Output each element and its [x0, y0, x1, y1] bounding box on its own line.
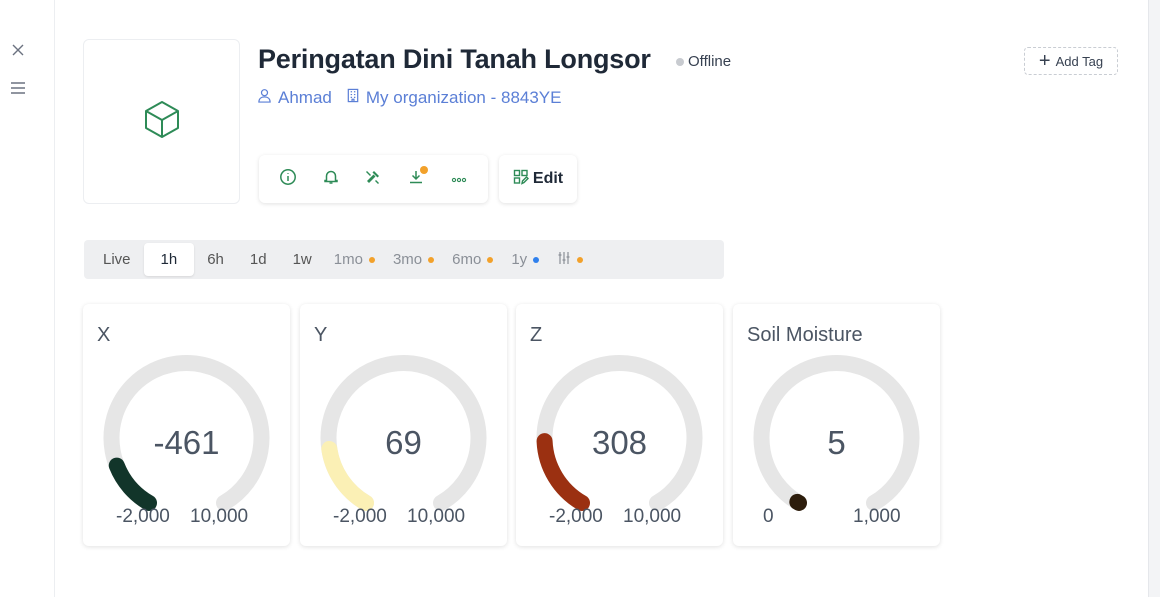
gauge-fill: [108, 457, 157, 511]
gauge-fill: [789, 493, 807, 511]
gauge-min: -2,000: [549, 506, 603, 527]
owner-name: Ahmad: [278, 88, 332, 107]
status-badge: Offline: [676, 53, 731, 70]
notifications-button[interactable]: [317, 165, 345, 193]
gauge-value: -461: [153, 424, 220, 461]
menu-icon[interactable]: [8, 78, 28, 98]
widget-title: Soil Moisture: [747, 324, 863, 346]
time-range-6mo[interactable]: 6mo: [443, 243, 502, 276]
add-tag-button[interactable]: + Add Tag: [1024, 47, 1118, 75]
gauge-min: 0: [763, 506, 774, 527]
gauge-value: 5: [827, 424, 846, 461]
left-rail: [0, 0, 55, 597]
gauge-max: 1,000: [853, 506, 901, 527]
time-range-1mo[interactable]: 1mo: [325, 243, 384, 276]
time-range-label: 6mo: [452, 251, 482, 268]
add-tag-label: Add Tag: [1055, 53, 1104, 69]
download-button[interactable]: [402, 165, 430, 193]
time-range-label: 1mo: [333, 251, 363, 268]
gauge-value: 308: [591, 424, 648, 461]
more-icon: [451, 170, 467, 188]
range-indicator-dot: [487, 256, 494, 263]
cube-icon: [142, 99, 182, 144]
sliders-icon: [557, 251, 571, 269]
edit-label: Edit: [532, 170, 564, 187]
time-range-label: 1w: [292, 251, 312, 268]
time-range-1d[interactable]: 1d: [237, 243, 280, 276]
range-indicator-dot: [533, 256, 540, 263]
more-button[interactable]: [445, 165, 473, 193]
bell-icon: [322, 168, 340, 191]
time-range-custom[interactable]: [548, 243, 592, 276]
gauge-widget[interactable]: Z 308 -2,000 10,000: [516, 304, 723, 546]
gauge-max: 10,000: [407, 506, 466, 527]
widget-title: Z: [530, 324, 543, 346]
organization-name: My organization - 8843YE: [365, 88, 562, 107]
gauge-widget[interactable]: Y 69 -2,000 10,000: [300, 304, 507, 546]
gauge-min: -2,000: [333, 506, 387, 527]
widget-title: Y: [314, 324, 328, 346]
time-range-label: 3mo: [392, 251, 423, 268]
time-range-selector: Live 1h 6h 1d 1w 1mo 3mo 6mo 1y: [84, 240, 724, 279]
time-range-label: 1y: [511, 251, 528, 268]
gauge-widget[interactable]: X -461 -2,000 10,000: [83, 304, 290, 546]
scrollbar[interactable]: [1148, 0, 1160, 597]
device-title: Peringatan Dini Tanah Longsor: [258, 44, 651, 74]
device-image: [83, 39, 240, 204]
info-icon: [279, 168, 297, 191]
dashboard-edit-icon: [513, 169, 529, 190]
edit-button[interactable]: Edit: [499, 155, 577, 203]
info-button[interactable]: [274, 165, 302, 193]
gauge-max: 10,000: [623, 506, 682, 527]
device-meta: Ahmad My organization - 8843YE: [257, 88, 561, 108]
time-range-1y[interactable]: 1y: [502, 243, 548, 276]
gauge-max: 10,000: [190, 506, 249, 527]
range-indicator-dot: [368, 256, 375, 263]
close-icon[interactable]: [8, 40, 28, 60]
gauge-value: 69: [385, 424, 422, 461]
building-icon: [346, 88, 360, 108]
plus-icon: +: [1038, 50, 1051, 72]
time-range-6h[interactable]: 6h: [194, 243, 237, 276]
device-toolbar: [259, 155, 488, 203]
tools-icon: [364, 168, 382, 191]
status-dot-icon: [676, 57, 684, 66]
time-range-label: 6h: [207, 251, 224, 268]
time-range-3mo[interactable]: 3mo: [384, 243, 443, 276]
gauge-widget[interactable]: Soil Moisture 5 0 1,000: [733, 304, 940, 546]
download-badge: [420, 166, 429, 174]
time-range-1h[interactable]: 1h: [143, 243, 195, 276]
time-range-label: 1h: [160, 251, 178, 268]
gauge-min: -2,000: [116, 506, 170, 527]
tools-button[interactable]: [359, 165, 387, 193]
time-range-live[interactable]: Live: [90, 243, 144, 276]
range-indicator-dot: [428, 256, 435, 263]
status-label: Offline: [688, 53, 732, 70]
time-range-label: 1d: [249, 251, 267, 268]
widget-title: X: [97, 324, 111, 346]
owner-link[interactable]: Ahmad: [257, 88, 332, 108]
time-range-1w[interactable]: 1w: [280, 243, 325, 276]
user-icon: [257, 88, 272, 108]
time-range-label: Live: [103, 251, 131, 268]
organization-link[interactable]: My organization - 8843YE: [346, 88, 562, 108]
range-indicator-dot: [577, 256, 584, 263]
